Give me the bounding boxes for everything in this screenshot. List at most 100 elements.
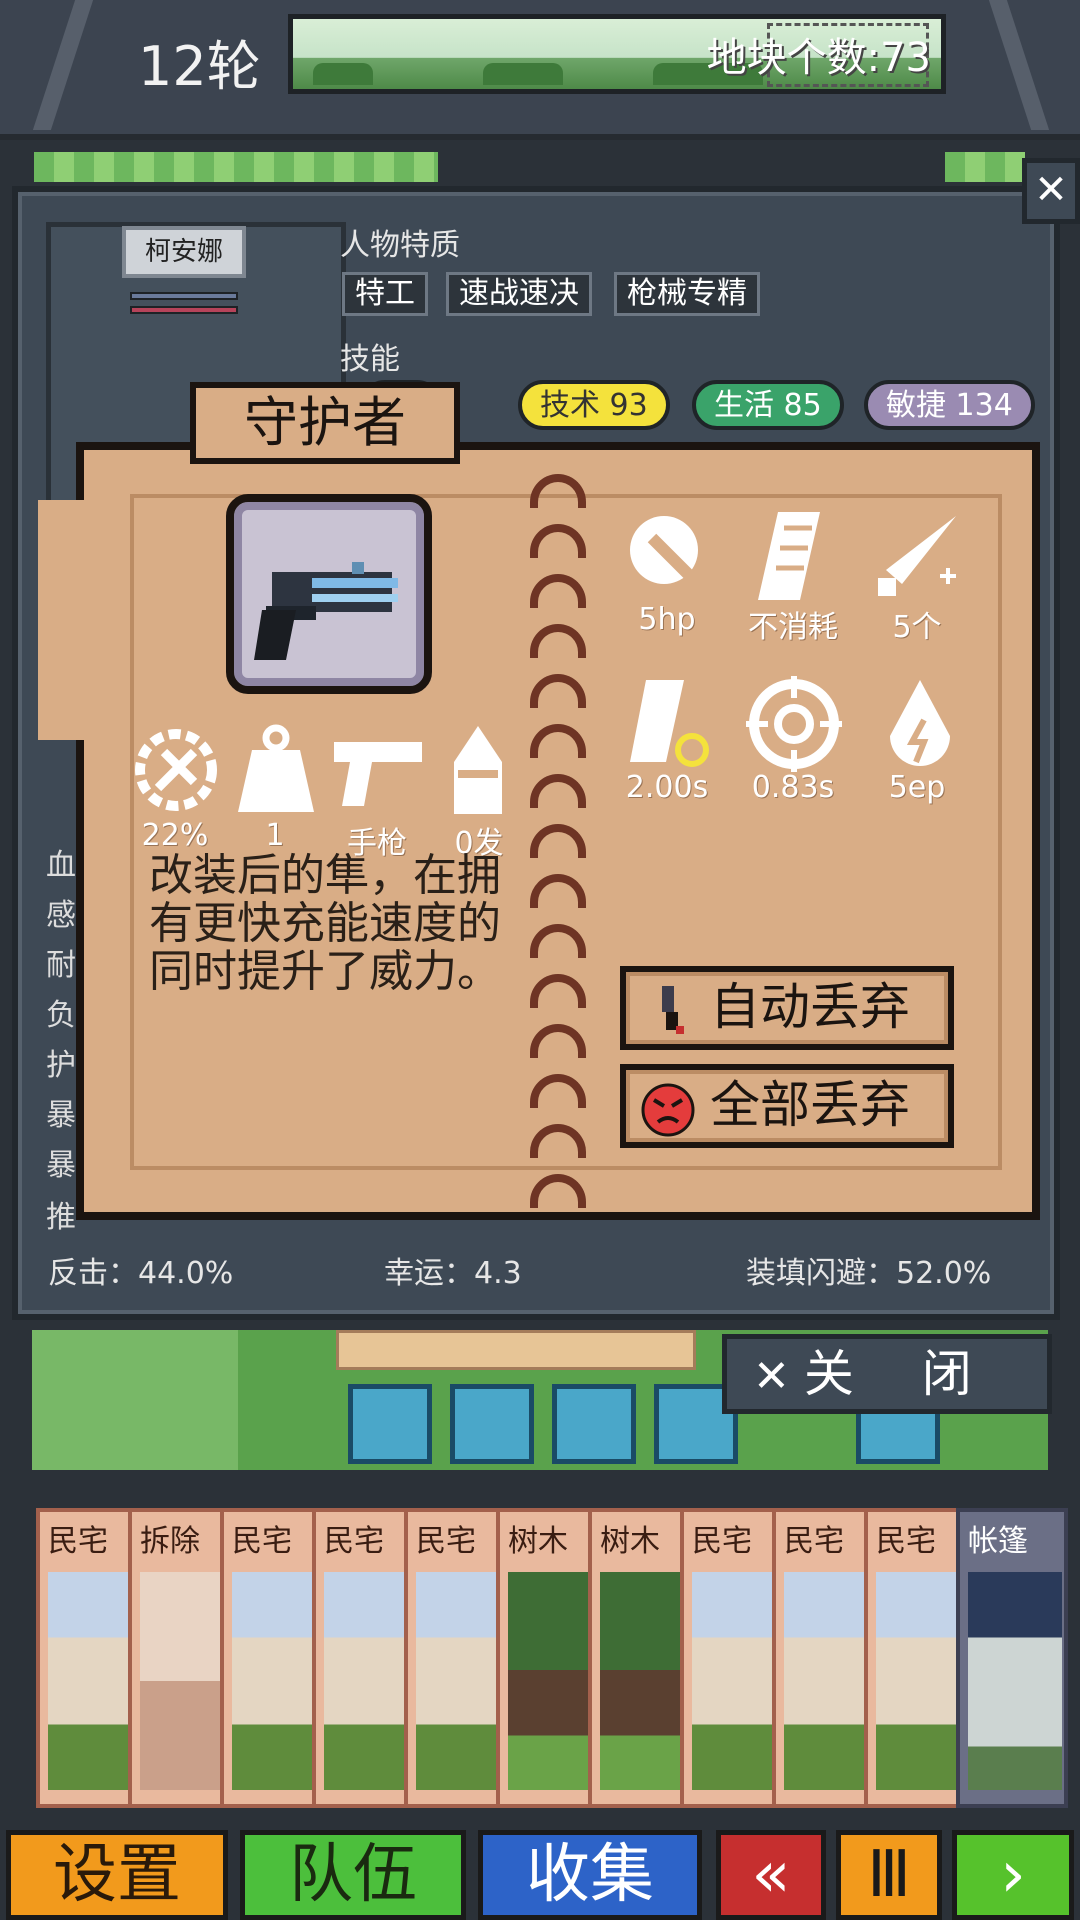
round-counter: 12轮 — [138, 35, 261, 98]
card-art — [784, 1572, 864, 1790]
spine-ring — [530, 974, 586, 1008]
rewind-button[interactable]: « — [716, 1830, 826, 1920]
stat-label-clipped: 负 — [46, 998, 76, 1033]
health-bar — [130, 292, 238, 300]
energy-drop-icon — [890, 680, 950, 766]
spine-ring — [530, 824, 586, 858]
skill-badge: 敏捷 134 — [864, 380, 1035, 430]
card-label: 帐篷 — [968, 1524, 1028, 1559]
card-house[interactable]: 民宅 — [864, 1508, 962, 1808]
panel-close-button[interactable]: ✕ — [1022, 158, 1080, 224]
book-spine — [530, 450, 586, 1212]
card-label: 民宅 — [416, 1524, 476, 1559]
card-house[interactable]: 民宅 — [36, 1508, 134, 1808]
settings-button[interactable]: 设置 — [6, 1830, 228, 1920]
stat-label-clipped: 感 — [46, 898, 76, 933]
stat-counter: 反击：44.0% — [48, 1256, 234, 1291]
map-strip — [945, 152, 1025, 182]
team-button[interactable]: 队伍 — [240, 1830, 466, 1920]
stat-label-clipped: 护 — [46, 1048, 76, 1083]
card-hand: 民宅 拆除 民宅 民宅 民宅 树木 树木 民宅 民宅 民宅 帐篷 — [36, 1508, 1080, 1808]
card-art — [232, 1572, 312, 1790]
spine-ring — [530, 924, 586, 958]
card-house[interactable]: 民宅 — [404, 1508, 502, 1808]
close-icon: ✕ — [753, 1351, 804, 1402]
spine-ring — [530, 724, 586, 758]
map-road — [336, 1330, 696, 1370]
spine-ring — [530, 1124, 586, 1158]
card-art — [876, 1572, 956, 1790]
reload-icon — [630, 680, 709, 767]
trait-tag[interactable]: 枪械专精 — [614, 272, 760, 316]
auto-discard-button[interactable]: 自动丢弃 — [620, 966, 954, 1050]
water-tile — [552, 1384, 636, 1464]
card-art — [48, 1572, 128, 1790]
stat-label-clipped: 暴 — [46, 1098, 76, 1133]
water-tile — [450, 1384, 534, 1464]
skills-title: 技能 — [340, 342, 400, 377]
pistol-icon — [334, 742, 422, 806]
item-name: 守护者 — [190, 382, 460, 464]
traits-title: 人物特质 — [340, 228, 460, 263]
map-strip — [34, 152, 438, 182]
card-tent[interactable]: 帐篷 — [956, 1508, 1068, 1808]
card-label: 民宅 — [784, 1524, 844, 1559]
revolver-icon — [254, 562, 398, 660]
stat-luck: 幸运：4.3 — [384, 1256, 522, 1291]
stat-label-clipped: 暴 — [46, 1148, 76, 1183]
card-art — [416, 1572, 496, 1790]
card-house[interactable]: 民宅 — [680, 1508, 778, 1808]
spine-ring — [530, 774, 586, 808]
spine-ring — [530, 1174, 586, 1208]
bullet-icon — [454, 726, 502, 814]
card-trees[interactable]: 树木 — [588, 1508, 686, 1808]
collect-button[interactable]: 收集 — [478, 1830, 702, 1920]
trait-tag[interactable]: 速战速决 — [446, 272, 592, 316]
pause-button[interactable]: Ⅲ — [836, 1830, 942, 1920]
mod-gear-icon — [135, 729, 217, 811]
skill-badge: 生活 85 — [692, 380, 844, 430]
card-label: 拆除 — [140, 1524, 200, 1559]
reload-time: 2.00s — [625, 770, 709, 805]
projectile-count: 5个 — [892, 610, 942, 645]
close-label: 关 闭 — [803, 1345, 998, 1403]
card-label: 民宅 — [692, 1524, 752, 1559]
card-art — [140, 1572, 220, 1790]
card-label: 树木 — [600, 1524, 660, 1559]
discard-all-label: 全部丢弃 — [710, 1076, 910, 1134]
stat-label-clipped: 血 — [46, 848, 76, 883]
card-art — [324, 1572, 404, 1790]
spine-ring — [530, 474, 586, 508]
trait-tag[interactable]: 特工 — [342, 272, 428, 316]
damage-icon — [630, 516, 713, 599]
item-image-frame — [226, 494, 432, 694]
skill-badge: 技术 93 — [518, 380, 670, 430]
damage-value: 5hp — [638, 602, 696, 637]
card-label: 民宅 — [48, 1524, 108, 1559]
card-trees[interactable]: 树木 — [496, 1508, 594, 1808]
play-button[interactable]: › — [952, 1830, 1074, 1920]
frame-rail — [32, 0, 94, 130]
crosshair-icon — [746, 676, 842, 772]
fire-interval: 0.83s — [751, 770, 835, 805]
projectile-icon — [878, 516, 956, 596]
weight-icon — [238, 724, 314, 812]
energy-cost: 5ep — [888, 770, 946, 805]
tile-count: 地块个数:73 — [706, 35, 931, 81]
loop-minimap[interactable]: 地块个数:73 — [288, 14, 946, 94]
top-bar: 12轮 地块个数:73 — [0, 0, 1080, 140]
card-house[interactable]: 民宅 — [772, 1508, 870, 1808]
card-house[interactable]: 民宅 — [312, 1508, 410, 1808]
stat-label-clipped: 推 — [46, 1200, 76, 1235]
discard-all-button[interactable]: 全部丢弃 — [620, 1064, 954, 1148]
frame-rail — [988, 0, 1050, 130]
mod-value: 22% — [141, 818, 209, 853]
spine-ring — [530, 624, 586, 658]
ammo-consume-value: 不消耗 — [748, 610, 838, 645]
spine-ring — [530, 1024, 586, 1058]
minimap-bush — [483, 63, 563, 85]
card-demolish[interactable]: 拆除 — [128, 1508, 226, 1808]
close-button[interactable]: ✕ 关 闭 — [722, 1334, 1052, 1414]
card-art — [600, 1572, 680, 1790]
card-house[interactable]: 民宅 — [220, 1508, 318, 1808]
